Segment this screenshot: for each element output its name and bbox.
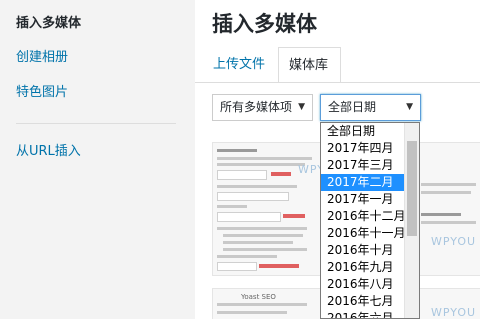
- date-option-selected[interactable]: 2017年二月: [321, 174, 405, 191]
- date-filter-dropdown-list[interactable]: 全部日期 2017年四月 2017年三月 2017年二月 2017年一月 201…: [320, 122, 420, 319]
- date-option[interactable]: 全部日期: [321, 123, 405, 140]
- watermark-text: WPYOU: [431, 306, 477, 319]
- date-option[interactable]: 2017年三月: [321, 157, 405, 174]
- sidebar-item-insert-from-url[interactable]: 从URL插入: [16, 143, 81, 161]
- chevron-down-icon: ▼: [298, 102, 305, 112]
- watermark-text: WPYOU: [431, 235, 477, 248]
- date-option[interactable]: 2016年十二月: [321, 208, 406, 225]
- tab-divider: [195, 82, 480, 83]
- media-thumbnail[interactable]: WPYOU: [212, 142, 321, 276]
- sidebar-item-featured-image[interactable]: 特色图片: [16, 84, 68, 102]
- date-filter-select[interactable]: 全部日期 ▼: [320, 94, 421, 121]
- tab-upload-files[interactable]: 上传文件: [203, 47, 275, 82]
- media-thumbnail[interactable]: Yoast SEO: [212, 288, 321, 319]
- date-option[interactable]: 2016年九月: [321, 259, 405, 276]
- page-title: 插入多媒体: [212, 12, 317, 36]
- date-option[interactable]: 2016年十月: [321, 242, 405, 259]
- sidebar-item-insert-media[interactable]: 插入多媒体: [16, 15, 81, 33]
- chevron-down-icon: ▼: [406, 102, 413, 112]
- tab-media-library[interactable]: 媒体库: [278, 47, 341, 83]
- sidebar-item-create-gallery[interactable]: 创建相册: [16, 49, 68, 67]
- scrollbar-thumb[interactable]: [407, 141, 417, 236]
- media-type-select[interactable]: 所有多媒体项 ▼: [212, 94, 313, 121]
- media-sidebar: 插入多媒体 创建相册 特色图片 从URL插入: [0, 0, 195, 319]
- date-option[interactable]: 2017年一月: [321, 191, 405, 208]
- date-option[interactable]: 2016年六月: [321, 310, 405, 318]
- thumbnail-caption: Yoast SEO: [241, 293, 276, 301]
- dropdown-scrollbar[interactable]: [404, 123, 419, 318]
- date-option[interactable]: 2016年七月: [321, 293, 405, 310]
- sidebar-separator: [16, 123, 176, 124]
- date-option[interactable]: 2016年八月: [321, 276, 405, 293]
- date-option[interactable]: 2016年十一月: [321, 225, 406, 242]
- date-option[interactable]: 2017年四月: [321, 140, 405, 157]
- watermark-text: WPYOU: [298, 163, 320, 176]
- media-type-select-value: 所有多媒体项: [220, 100, 293, 114]
- date-filter-select-value: 全部日期: [328, 100, 377, 114]
